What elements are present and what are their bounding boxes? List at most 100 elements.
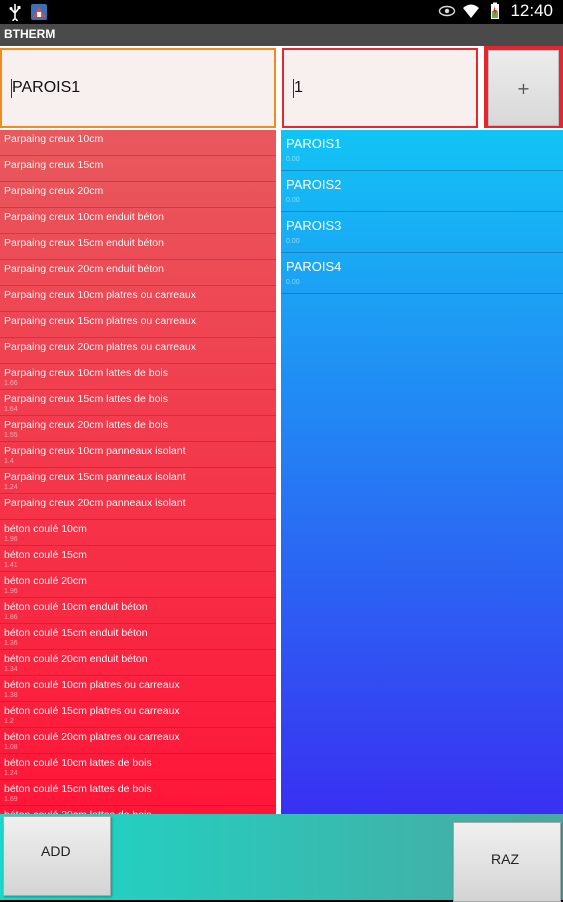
status-time: 12:40 [510, 1, 553, 20]
list-item[interactable]: Parpaing creux 20cm panneaux isolant [0, 494, 276, 520]
list-item-label: PAROIS3 [286, 218, 342, 233]
list-item[interactable]: béton coulé 20cm enduit béton 1.34 [0, 650, 276, 676]
list-item-label: Parpaing creux 20cm lattes de bois [4, 419, 169, 431]
walls-list[interactable]: PAROIS1 0.00 PAROIS2 0.00 PAROIS3 0.00 PAROIS4… [281, 130, 563, 814]
list-item-value: 1.96 [4, 588, 18, 595]
list-item[interactable]: béton coulé 20cm platres ou carreaux 1.08 [0, 728, 276, 754]
list-item-value: 1.4 [4, 458, 14, 465]
list-item-label: béton coulé 15cm [4, 549, 87, 561]
list-item[interactable]: béton coulé 10cm enduit béton 1.86 [0, 598, 276, 624]
list-item[interactable]: Parpaing creux 20cm [0, 182, 276, 208]
plus-label: + [516, 78, 531, 98]
list-item-label: Parpaing creux 15cm [4, 159, 104, 171]
list-item-label: PAROIS1 [286, 136, 342, 151]
list-item-label: béton coulé 15cm platres ou carreaux [4, 705, 180, 717]
list-item[interactable]: PAROIS4 0.00 [281, 253, 563, 294]
list-item[interactable]: Parpaing creux 10cm enduit béton [0, 208, 276, 234]
list-item[interactable]: PAROIS3 0.00 [281, 212, 563, 253]
list-item-value: 1.96 [4, 536, 18, 543]
list-item[interactable]: Parpaing creux 20cm lattes de bois 1.55 [0, 416, 276, 442]
list-item-label: Parpaing creux 10cm enduit béton [4, 211, 164, 223]
battery-icon [491, 2, 500, 19]
list-item-value: 1.08 [4, 744, 18, 751]
list-item-label: béton coulé 20cm platres ou carreaux [4, 731, 180, 743]
list-item-label: Parpaing creux 15cm platres ou carreaux [4, 315, 197, 327]
list-item[interactable]: Parpaing creux 15cm platres ou carreaux [0, 312, 276, 338]
list-item[interactable]: béton coulé 15cm platres ou carreaux 1.2 [0, 702, 276, 728]
raz-button[interactable]: RAZ [453, 822, 561, 902]
list-item[interactable]: Parpaing creux 20cm platres ou carreaux [0, 338, 276, 364]
list-item-value: 1.41 [4, 562, 18, 569]
list-item-label: PAROIS2 [286, 177, 342, 192]
list-item-value: 1.86 [4, 614, 18, 621]
list-item[interactable]: Parpaing creux 10cm [0, 130, 276, 156]
list-item-value: 1.36 [4, 640, 18, 647]
list-item-label: béton coulé 10cm lattes de bois [4, 757, 152, 769]
list-item-value: 0.00 [286, 156, 300, 163]
list-item-label: Parpaing creux 15cm panneaux isolant [4, 471, 186, 483]
add-button-label: ADD [41, 843, 71, 859]
list-item-value: 1.34 [4, 666, 18, 673]
wall-name-value: PAROIS1 [12, 79, 81, 96]
list-item-value: 1.66 [4, 380, 18, 387]
material-list[interactable]: Parpaing creux 10cm Parpaing creux 15cm Pa… [0, 130, 276, 814]
list-item[interactable]: Parpaing creux 10cm lattes de bois 1.66 [0, 364, 276, 390]
list-item-label: béton coulé 20cm enduit béton [4, 653, 148, 665]
plus-button[interactable]: + [484, 46, 563, 128]
list-item-label: Parpaing creux 10cm lattes de bois [4, 367, 169, 379]
eye-icon [439, 5, 456, 17]
list-item[interactable]: béton coulé 10cm platres ou carreaux 1.38 [0, 676, 276, 702]
list-item-label: béton coulé 15cm enduit béton [4, 627, 148, 639]
list-item[interactable]: Parpaing creux 15cm lattes de bois 1.64 [0, 390, 276, 416]
list-item-value: 1.24 [4, 484, 18, 491]
list-item-label: Parpaing creux 20cm enduit béton [4, 263, 164, 275]
status-bar: 12:40 [0, 0, 563, 24]
bottom-bar: ADD RAZ [0, 814, 563, 902]
list-item[interactable]: béton coulé 15cm 1.41 [0, 546, 276, 572]
list-item-value: 1.2 [4, 718, 14, 725]
list-item-label: Parpaing creux 20cm platres ou carreaux [4, 341, 197, 353]
add-button[interactable]: ADD [3, 816, 111, 896]
list-item[interactable]: Parpaing creux 10cm platres ou carreaux [0, 286, 276, 312]
list-item-value: 1.38 [4, 692, 18, 699]
list-item[interactable]: béton coulé 10cm 1.96 [0, 520, 276, 546]
list-item-value: 1.64 [4, 406, 18, 413]
wall-name-input[interactable]: PAROIS1 [0, 48, 276, 128]
list-item-value: 0.00 [286, 238, 300, 245]
list-item-value: 1.69 [4, 796, 18, 803]
list-item-label: PAROIS4 [286, 259, 342, 274]
app-notification-icon [31, 4, 47, 20]
app-title-bar: BTHERM [0, 24, 563, 46]
wifi-icon [463, 4, 480, 18]
list-item[interactable]: PAROIS2 0.00 [281, 171, 563, 212]
list-item-value: 1.55 [4, 432, 18, 439]
list-item[interactable]: PAROIS1 0.00 [281, 130, 563, 171]
list-item-value: 1.24 [4, 770, 18, 777]
list-item[interactable]: Parpaing creux 15cm panneaux isolant 1.24 [0, 468, 276, 494]
list-item[interactable]: béton coulé 15cm lattes de bois 1.69 [0, 780, 276, 806]
list-item-label: béton coulé 20cm [4, 575, 87, 587]
list-item-value: 0.00 [286, 279, 300, 286]
list-item[interactable]: Parpaing creux 10cm panneaux isolant 1.4 [0, 442, 276, 468]
list-item-label: Parpaing creux 10cm platres ou carreaux [4, 289, 197, 301]
wall-number-input[interactable]: 1 [282, 48, 478, 128]
list-item-label: Parpaing creux 15cm enduit béton [4, 237, 164, 249]
list-item-label: béton coulé 10cm enduit béton [4, 601, 148, 613]
list-item[interactable]: Parpaing creux 20cm enduit béton [0, 260, 276, 286]
list-item[interactable]: béton coulé 10cm lattes de bois 1.24 [0, 754, 276, 780]
list-item-label: Parpaing creux 10cm panneaux isolant [4, 445, 186, 457]
list-item[interactable]: béton coulé 20cm lattes de bois [0, 806, 276, 814]
list-item-label: Parpaing creux 20cm [4, 185, 104, 197]
list-item-label: Parpaing creux 20cm panneaux isolant [4, 497, 186, 509]
list-item[interactable]: Parpaing creux 15cm [0, 156, 276, 182]
list-item[interactable]: béton coulé 15cm enduit béton 1.36 [0, 624, 276, 650]
plus-button-face[interactable]: + [488, 50, 559, 126]
app-title: BTHERM [4, 27, 56, 41]
list-item-label: Parpaing creux 15cm lattes de bois [4, 393, 169, 405]
list-item-value: 0.00 [286, 197, 300, 204]
raz-button-label: RAZ [491, 851, 519, 867]
list-item[interactable]: béton coulé 20cm 1.96 [0, 572, 276, 598]
wall-number-value: 1 [294, 79, 303, 96]
list-item[interactable]: Parpaing creux 15cm enduit béton [0, 234, 276, 260]
list-item-label: béton coulé 10cm platres ou carreaux [4, 679, 180, 691]
